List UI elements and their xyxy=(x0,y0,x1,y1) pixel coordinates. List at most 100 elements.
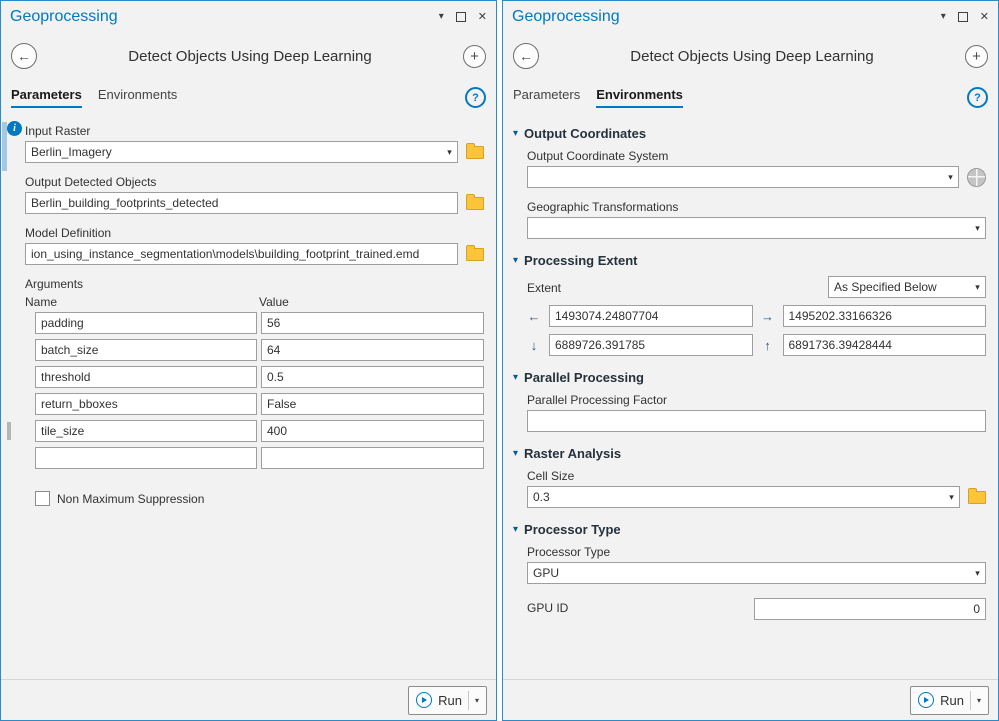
pane-menu-icon[interactable]: ▾ xyxy=(941,12,946,22)
tab-bar: Parameters Environments ? xyxy=(1,79,496,108)
input-raster-input[interactable] xyxy=(26,143,442,161)
argument-name-input[interactable] xyxy=(35,366,257,388)
coord-system-combobox[interactable]: ▾ xyxy=(527,166,959,188)
tool-title: Detect Objects Using Deep Learning xyxy=(37,48,463,65)
browse-folder-icon[interactable] xyxy=(968,491,986,504)
geo-transform-combobox[interactable]: ▾ xyxy=(527,217,986,239)
section-processing-extent[interactable]: ▾ Processing Extent xyxy=(513,253,986,268)
plus-icon: + xyxy=(972,48,981,65)
collapse-chevron-icon: ▾ xyxy=(513,256,518,266)
section-output-coordinates[interactable]: ▾ Output Coordinates xyxy=(513,126,986,141)
open-in-new-button[interactable]: + xyxy=(965,45,988,68)
run-button[interactable]: Run ▾ xyxy=(408,686,487,715)
argument-name-input[interactable] xyxy=(35,339,257,361)
globe-icon[interactable] xyxy=(967,168,986,187)
argument-value-input[interactable] xyxy=(261,339,484,361)
section-title: Output Coordinates xyxy=(524,126,646,141)
chevron-down-icon[interactable]: ▾ xyxy=(970,282,985,293)
tab-environments[interactable]: Environments xyxy=(596,87,683,108)
close-icon[interactable]: ✕ xyxy=(980,12,989,23)
processor-type-label: Processor Type xyxy=(527,545,986,559)
run-play-icon xyxy=(416,692,432,708)
argument-name-input[interactable] xyxy=(35,447,257,469)
run-button[interactable]: Run ▾ xyxy=(910,686,989,715)
chevron-down-icon[interactable]: ▾ xyxy=(943,172,958,183)
extent-label: Extent xyxy=(527,281,561,295)
extent-ymax-input[interactable] xyxy=(783,334,987,356)
tab-parameters[interactable]: Parameters xyxy=(11,87,82,108)
argument-name-input[interactable] xyxy=(35,420,257,442)
argument-row xyxy=(35,447,484,469)
info-icon[interactable]: i xyxy=(7,121,22,136)
argument-value-input[interactable] xyxy=(261,447,484,469)
argument-name-input[interactable] xyxy=(35,393,257,415)
run-dropdown-icon[interactable]: ▾ xyxy=(475,696,479,705)
geo-transform-input[interactable] xyxy=(528,219,970,237)
pane-title: Geoprocessing xyxy=(10,8,439,26)
model-definition-input[interactable] xyxy=(25,243,458,265)
browse-folder-icon[interactable] xyxy=(466,197,484,210)
input-raster-combobox[interactable]: ▾ xyxy=(25,141,458,163)
processor-type-combobox[interactable]: ▾ xyxy=(527,562,986,584)
cell-size-input[interactable] xyxy=(528,488,944,506)
titlebar-icons: ▾ ✕ xyxy=(941,12,989,23)
gpu-id-input[interactable] xyxy=(754,598,986,620)
extent-xmax-input[interactable] xyxy=(783,305,987,327)
section-parallel-processing[interactable]: ▾ Parallel Processing xyxy=(513,370,986,385)
extent-mode-input[interactable] xyxy=(829,278,970,296)
processor-type-input[interactable] xyxy=(528,564,970,582)
section-processor-type[interactable]: ▾ Processor Type xyxy=(513,522,986,537)
extent-right-icon: → xyxy=(761,310,775,323)
extent-xmin-input[interactable] xyxy=(549,305,753,327)
chevron-down-icon[interactable]: ▾ xyxy=(970,568,985,579)
pane-menu-icon[interactable]: ▾ xyxy=(439,12,444,22)
back-button[interactable]: ← xyxy=(513,43,539,69)
processor-type-field: Processor Type ▾ GPU ID xyxy=(527,545,986,620)
extent-mode-combobox[interactable]: ▾ xyxy=(828,276,986,298)
geoprocessing-pane-parameters: Geoprocessing ▾ ✕ ← Detect Objects Using… xyxy=(0,0,497,721)
output-detected-label: Output Detected Objects xyxy=(25,175,484,189)
run-button-separator xyxy=(468,691,469,710)
argument-value-input[interactable] xyxy=(261,312,484,334)
undock-icon[interactable] xyxy=(958,12,968,22)
extent-grid: ← → ↓ ↑ xyxy=(527,305,986,356)
run-dropdown-icon[interactable]: ▾ xyxy=(977,696,981,705)
chevron-down-icon[interactable]: ▾ xyxy=(944,492,959,503)
argument-row xyxy=(35,420,484,442)
browse-folder-icon[interactable] xyxy=(466,248,484,261)
browse-folder-icon[interactable] xyxy=(466,146,484,159)
chevron-down-icon[interactable]: ▾ xyxy=(970,223,985,234)
pane-title: Geoprocessing xyxy=(512,8,941,26)
argument-value-input[interactable] xyxy=(261,420,484,442)
open-in-new-button[interactable]: + xyxy=(463,45,486,68)
argument-row xyxy=(35,366,484,388)
coord-system-input[interactable] xyxy=(528,168,943,186)
chevron-down-icon[interactable]: ▾ xyxy=(442,147,457,158)
coord-system-field: Output Coordinate System ▾ xyxy=(527,149,986,188)
output-detected-input[interactable] xyxy=(25,192,458,214)
nms-checkbox[interactable] xyxy=(35,491,50,506)
argument-name-input[interactable] xyxy=(35,312,257,334)
cell-size-combobox[interactable]: ▾ xyxy=(527,486,960,508)
close-icon[interactable]: ✕ xyxy=(478,12,487,23)
tab-bar: Parameters Environments ? xyxy=(503,79,998,108)
cell-size-label: Cell Size xyxy=(527,469,986,483)
section-title: Processor Type xyxy=(524,522,621,537)
argument-value-input[interactable] xyxy=(261,393,484,415)
argument-row xyxy=(35,393,484,415)
geo-transform-label: Geographic Transformations xyxy=(527,200,986,214)
extent-ymin-input[interactable] xyxy=(549,334,753,356)
back-button[interactable]: ← xyxy=(11,43,37,69)
run-button-label: Run xyxy=(940,693,964,708)
parallel-factor-input[interactable] xyxy=(527,410,986,432)
tab-environments[interactable]: Environments xyxy=(98,87,177,108)
argument-value-input[interactable] xyxy=(261,366,484,388)
help-icon[interactable]: ? xyxy=(967,87,988,108)
arguments-table xyxy=(35,312,484,469)
undock-icon[interactable] xyxy=(456,12,466,22)
run-play-icon xyxy=(918,692,934,708)
section-raster-analysis[interactable]: ▾ Raster Analysis xyxy=(513,446,986,461)
arguments-value-header: Value xyxy=(259,295,289,309)
help-icon[interactable]: ? xyxy=(465,87,486,108)
tab-parameters[interactable]: Parameters xyxy=(513,87,580,108)
